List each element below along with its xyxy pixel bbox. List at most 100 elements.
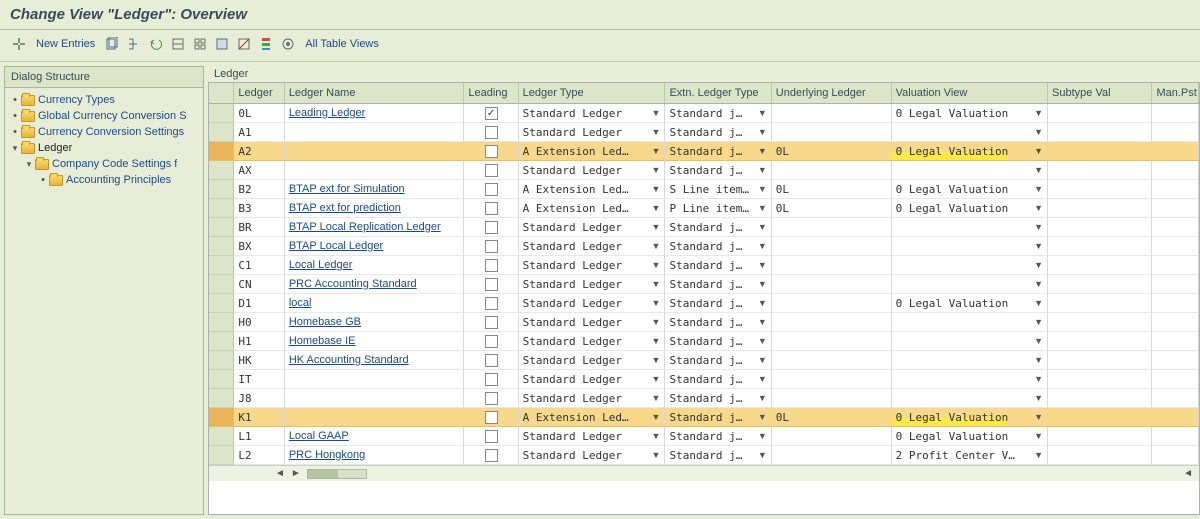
cell-ledger[interactable]: H1 bbox=[234, 332, 284, 351]
cell-underlying[interactable] bbox=[772, 123, 892, 142]
cell-subtype[interactable] bbox=[1048, 427, 1152, 446]
cell-name[interactable]: BTAP ext for Simulation bbox=[285, 180, 465, 199]
cell-leading[interactable]: ✓ bbox=[464, 104, 518, 123]
leading-checkbox[interactable] bbox=[485, 297, 498, 310]
cell-ledger[interactable]: BR bbox=[234, 218, 284, 237]
tree-item[interactable]: •Accounting Principles bbox=[9, 172, 199, 188]
cell-ledger[interactable]: A2 bbox=[234, 142, 284, 161]
cell-name[interactable]: Local Ledger bbox=[285, 256, 465, 275]
cell-name[interactable]: PRC Accounting Standard bbox=[285, 275, 465, 294]
cell-manpst[interactable] bbox=[1152, 218, 1199, 237]
table-row[interactable]: B2BTAP ext for Simulation A Extension Led… bbox=[209, 180, 1199, 199]
cell-ledger[interactable]: L1 bbox=[234, 427, 284, 446]
cell-subtype[interactable] bbox=[1048, 446, 1152, 465]
row-header[interactable] bbox=[209, 275, 234, 294]
cell-valuation[interactable]: ▼ bbox=[892, 370, 1048, 389]
cell-underlying[interactable]: 0L bbox=[772, 142, 892, 161]
table-row[interactable]: A2A Extension Led…▼Standard j…▼0L0 Legal… bbox=[209, 142, 1199, 161]
cell-ledger[interactable]: J8 bbox=[234, 389, 284, 408]
col-ledger-name[interactable]: Ledger Name bbox=[285, 83, 465, 103]
cell-subtype[interactable] bbox=[1048, 294, 1152, 313]
cell-manpst[interactable] bbox=[1152, 142, 1199, 161]
cell-subtype[interactable] bbox=[1048, 313, 1152, 332]
leading-checkbox[interactable] bbox=[485, 430, 498, 443]
col-underlying[interactable]: Underlying Ledger bbox=[772, 83, 892, 103]
cell-ledger[interactable]: 0L bbox=[234, 104, 284, 123]
cell-name[interactable] bbox=[285, 389, 465, 408]
cell-valuation[interactable]: 0 Legal Valuation▼ bbox=[892, 294, 1048, 313]
cell-name[interactable] bbox=[285, 142, 465, 161]
settings-icon[interactable] bbox=[279, 35, 297, 53]
cell-leading[interactable] bbox=[464, 351, 518, 370]
leading-checkbox[interactable] bbox=[485, 278, 498, 291]
cell-manpst[interactable] bbox=[1152, 446, 1199, 465]
cell-valuation[interactable]: ▼ bbox=[892, 218, 1048, 237]
cell-manpst[interactable] bbox=[1152, 294, 1199, 313]
cell-subtype[interactable] bbox=[1048, 332, 1152, 351]
cell-subtype[interactable] bbox=[1048, 275, 1152, 294]
table-row[interactable]: L2PRC HongkongStandard Ledger▼Standard j… bbox=[209, 446, 1199, 465]
cell-ledger[interactable]: A1 bbox=[234, 123, 284, 142]
ledger-name-link[interactable]: BTAP ext for prediction bbox=[289, 202, 401, 214]
cell-ledger[interactable]: B2 bbox=[234, 180, 284, 199]
table-row[interactable]: HKHK Accounting StandardStandard Ledger▼… bbox=[209, 351, 1199, 370]
cell-ext[interactable]: Standard j…▼ bbox=[665, 427, 771, 446]
table-row[interactable]: AXStandard Ledger▼Standard j…▼▼ bbox=[209, 161, 1199, 180]
cell-leading[interactable] bbox=[464, 370, 518, 389]
row-header[interactable] bbox=[209, 351, 234, 370]
cell-underlying[interactable] bbox=[772, 370, 892, 389]
tree-item[interactable]: ▾Ledger bbox=[9, 140, 199, 156]
leading-checkbox[interactable] bbox=[485, 373, 498, 386]
cell-leading[interactable] bbox=[464, 218, 518, 237]
cell-ledger[interactable]: H0 bbox=[234, 313, 284, 332]
cell-type[interactable]: Standard Ledger▼ bbox=[519, 237, 666, 256]
delimit-icon[interactable] bbox=[169, 35, 187, 53]
cell-underlying[interactable] bbox=[772, 389, 892, 408]
cell-underlying[interactable]: 0L bbox=[772, 180, 892, 199]
tree-icon[interactable] bbox=[125, 35, 143, 53]
table-row[interactable]: CNPRC Accounting StandardStandard Ledger… bbox=[209, 275, 1199, 294]
cell-type[interactable]: Standard Ledger▼ bbox=[519, 313, 666, 332]
cell-subtype[interactable] bbox=[1048, 351, 1152, 370]
scroll-left-end-icon[interactable]: ◄ bbox=[1183, 468, 1193, 479]
row-header[interactable] bbox=[209, 256, 234, 275]
cell-subtype[interactable] bbox=[1048, 408, 1152, 427]
cell-valuation[interactable]: ▼ bbox=[892, 332, 1048, 351]
cell-name[interactable] bbox=[285, 123, 465, 142]
ledger-name-link[interactable]: Local Ledger bbox=[289, 259, 353, 271]
row-header[interactable] bbox=[209, 313, 234, 332]
row-header[interactable] bbox=[209, 199, 234, 218]
cell-leading[interactable] bbox=[464, 332, 518, 351]
cell-manpst[interactable] bbox=[1152, 427, 1199, 446]
cell-type[interactable]: Standard Ledger▼ bbox=[519, 446, 666, 465]
cell-type[interactable]: A Extension Led…▼ bbox=[519, 180, 666, 199]
cell-name[interactable]: Homebase GB bbox=[285, 313, 465, 332]
cell-underlying[interactable]: 0L bbox=[772, 199, 892, 218]
cell-manpst[interactable] bbox=[1152, 104, 1199, 123]
leading-checkbox[interactable] bbox=[485, 259, 498, 272]
leading-checkbox[interactable] bbox=[485, 335, 498, 348]
cell-valuation[interactable]: ▼ bbox=[892, 161, 1048, 180]
ledger-name-link[interactable]: Homebase GB bbox=[289, 316, 361, 328]
cell-type[interactable]: A Extension Led…▼ bbox=[519, 142, 666, 161]
scroll-right-icon[interactable]: ► bbox=[291, 468, 301, 479]
ledger-name-link[interactable]: PRC Hongkong bbox=[289, 449, 365, 461]
new-entries-button[interactable]: New Entries bbox=[32, 38, 99, 50]
cell-type[interactable]: Standard Ledger▼ bbox=[519, 256, 666, 275]
cell-underlying[interactable] bbox=[772, 104, 892, 123]
leading-checkbox[interactable] bbox=[485, 240, 498, 253]
cell-valuation[interactable]: ▼ bbox=[892, 275, 1048, 294]
cell-subtype[interactable] bbox=[1048, 104, 1152, 123]
cell-ext[interactable]: Standard j…▼ bbox=[665, 389, 771, 408]
cell-valuation[interactable]: ▼ bbox=[892, 256, 1048, 275]
cell-underlying[interactable]: 0L bbox=[772, 408, 892, 427]
cell-manpst[interactable] bbox=[1152, 123, 1199, 142]
table-row[interactable]: D1localStandard Ledger▼Standard j…▼0 Leg… bbox=[209, 294, 1199, 313]
cell-valuation[interactable]: ▼ bbox=[892, 351, 1048, 370]
cell-valuation[interactable]: ▼ bbox=[892, 389, 1048, 408]
cell-manpst[interactable] bbox=[1152, 161, 1199, 180]
ledger-name-link[interactable]: BTAP Local Replication Ledger bbox=[289, 221, 441, 233]
cell-subtype[interactable] bbox=[1048, 218, 1152, 237]
cell-ext[interactable]: Standard j…▼ bbox=[665, 123, 771, 142]
cell-underlying[interactable] bbox=[772, 218, 892, 237]
